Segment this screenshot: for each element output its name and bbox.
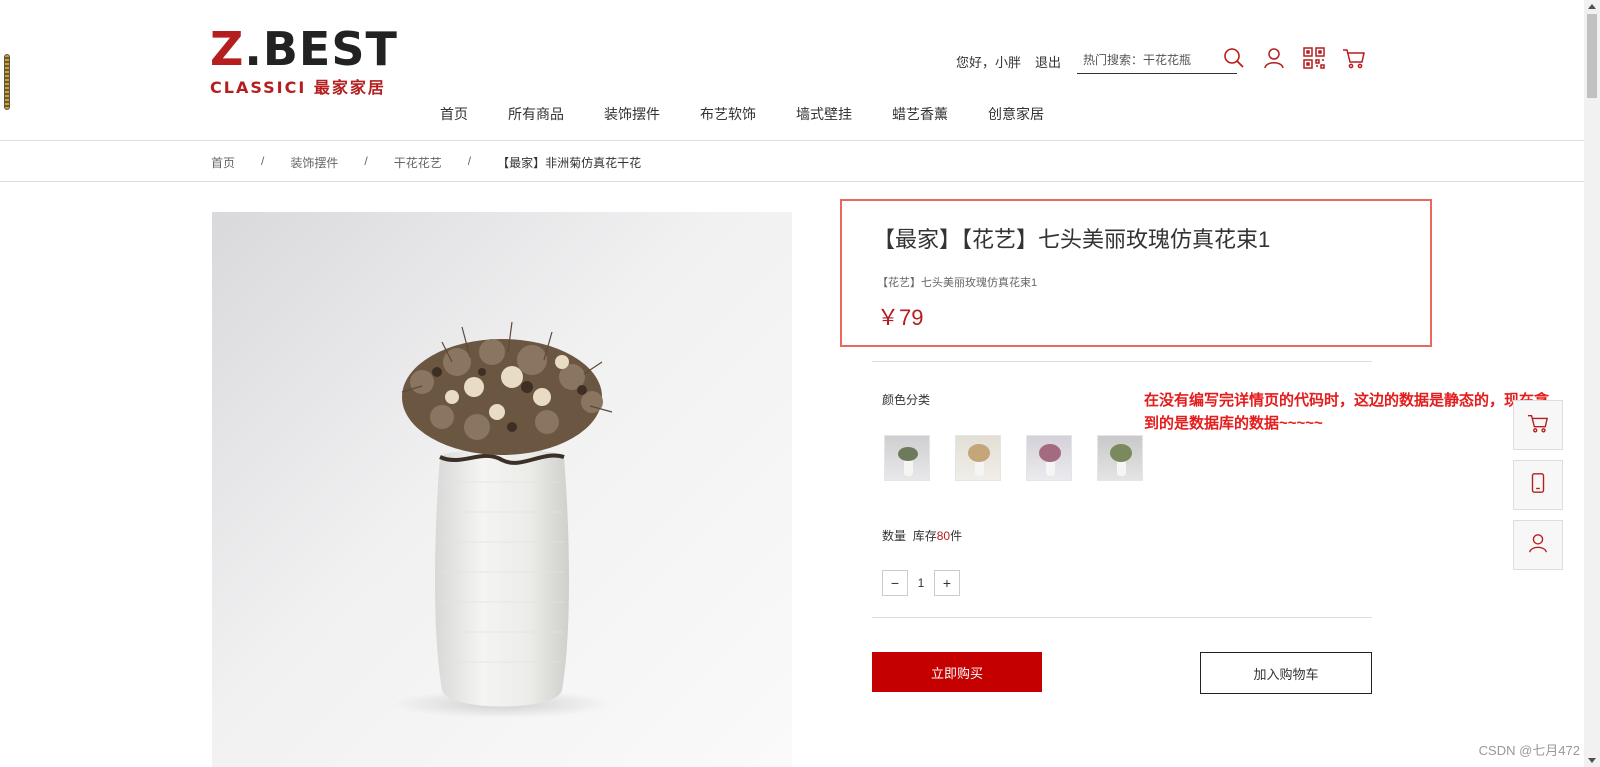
breadcrumb-separator: / xyxy=(261,154,265,168)
header-divider xyxy=(0,140,1584,141)
nav-item-all-products[interactable]: 所有商品 xyxy=(508,104,564,124)
breadcrumb-home[interactable]: 首页 xyxy=(211,154,235,171)
scroll-down-icon[interactable] xyxy=(1588,758,1596,763)
color-thumbnails xyxy=(884,435,1168,481)
user-icon[interactable] xyxy=(1262,46,1286,72)
annotation-text: 在没有编写完详情页的代码时，这边的数据是静态的，现在拿到的是数据库的数据~~~~… xyxy=(1144,392,1550,432)
nav-item-fabric[interactable]: 布艺软饰 xyxy=(700,104,756,124)
breadcrumb-divider xyxy=(0,181,1584,182)
stock-count: 80 xyxy=(936,529,951,543)
breadcrumb-decor[interactable]: 装饰摆件 xyxy=(290,154,338,171)
main-nav: 首页 所有商品 装饰摆件 布艺软饰 墙式壁挂 蜡艺香薰 创意家居 xyxy=(440,104,1084,124)
increase-button[interactable]: + xyxy=(934,570,960,596)
color-option[interactable] xyxy=(884,435,930,481)
logo[interactable]: Z.BEST CLASSICI 最家家居 xyxy=(210,22,398,97)
breadcrumb-separator: / xyxy=(364,154,368,168)
breadcrumb: 首页 / 装饰摆件 / 干花花艺 / 【最家】非洲菊仿真花干花 xyxy=(211,154,641,171)
product-price: ￥79 xyxy=(877,305,924,330)
cart-icon[interactable] xyxy=(1342,46,1366,72)
add-to-cart-button[interactable]: 加入购物车 xyxy=(1200,652,1372,694)
color-option[interactable] xyxy=(955,435,1001,481)
page-scrollbar[interactable] xyxy=(1584,0,1600,767)
side-user-button[interactable] xyxy=(1513,520,1563,570)
side-float-bar xyxy=(1513,400,1563,580)
color-category-label: 颜色分类 xyxy=(882,393,931,407)
breadcrumb-current: 【最家】非洲菊仿真花干花 xyxy=(497,156,642,170)
logo-wordmark: Z.BEST xyxy=(210,22,398,76)
quantity-text: 数量 xyxy=(882,529,907,543)
search-box xyxy=(1077,48,1238,74)
user-bar: 您好，小胖 退出 xyxy=(956,46,1238,76)
decrease-button[interactable]: − xyxy=(882,570,908,596)
quantity-input[interactable] xyxy=(908,570,934,596)
cart-icon xyxy=(1527,412,1549,439)
nav-item-creative[interactable]: 创意家居 xyxy=(988,104,1044,124)
stock-prefix: 库存 xyxy=(912,529,937,543)
logout-link[interactable]: 退出 xyxy=(1035,52,1061,71)
nav-item-aroma[interactable]: 蜡艺香薰 xyxy=(892,104,948,124)
action-divider xyxy=(872,617,1372,618)
scroll-handle[interactable] xyxy=(4,54,10,110)
user-icon xyxy=(1527,532,1549,559)
scroll-up-icon[interactable] xyxy=(1588,4,1596,9)
color-option[interactable] xyxy=(1026,435,1072,481)
product-subtitle: 【花艺】七头美丽玫瑰仿真花束1 xyxy=(877,277,1038,289)
breadcrumb-separator: / xyxy=(467,154,472,168)
product-image xyxy=(212,212,792,767)
side-cart-button[interactable] xyxy=(1513,400,1563,450)
phone-icon xyxy=(1527,472,1549,499)
product-title: 【最家】【花艺】七头美丽玫瑰仿真花束1 xyxy=(873,227,1271,252)
stock-suffix: 件 xyxy=(950,529,963,543)
nav-item-decor[interactable]: 装饰摆件 xyxy=(604,104,660,124)
buy-now-button[interactable]: 立即购买 xyxy=(872,652,1042,692)
search-icon[interactable] xyxy=(1222,46,1246,72)
nav-item-home[interactable]: 首页 xyxy=(440,104,468,124)
watermark: CSDN @七月472 xyxy=(1478,743,1580,758)
quantity-label: 数量 库存80件 xyxy=(882,527,962,544)
info-divider xyxy=(872,361,1372,362)
quantity-stepper: − + xyxy=(882,570,960,596)
qr-code-icon[interactable] xyxy=(1302,46,1326,72)
scrollbar-thumb[interactable] xyxy=(1587,14,1597,98)
color-option[interactable] xyxy=(1097,435,1143,481)
search-input[interactable] xyxy=(1077,48,1210,72)
nav-item-wall[interactable]: 墙式壁挂 xyxy=(796,104,852,124)
greeting-text: 您好，小胖 xyxy=(956,54,1022,70)
side-phone-button[interactable] xyxy=(1513,460,1563,510)
logo-subtitle: CLASSICI 最家家居 xyxy=(210,78,386,97)
breadcrumb-dried-flowers[interactable]: 干花花艺 xyxy=(394,154,442,171)
